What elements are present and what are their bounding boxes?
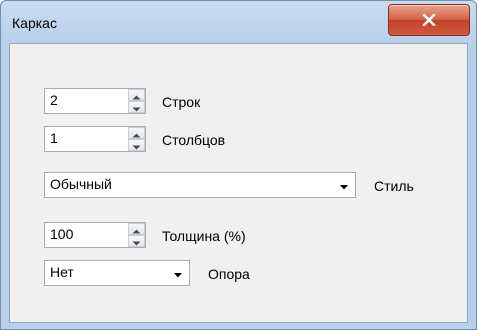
style-selected: Обычный: [50, 176, 112, 192]
chevron-down-icon: [174, 265, 182, 281]
style-dropdown-arrow[interactable]: [333, 173, 355, 197]
close-x-icon: [422, 14, 436, 26]
thickness-label: Толщина (%): [162, 228, 246, 244]
support-dropdown-arrow[interactable]: [167, 261, 189, 285]
support-dropdown[interactable]: Нет: [44, 260, 190, 286]
rows-label: Строк: [162, 94, 201, 110]
columns-value[interactable]: 1: [50, 130, 58, 146]
dialog-content: 2 Строк 1 Столбцов Обычный Стиль 100 Тол…: [9, 43, 468, 323]
close-button[interactable]: [388, 4, 470, 36]
style-label: Стиль: [374, 178, 414, 194]
style-dropdown[interactable]: Обычный: [44, 172, 356, 198]
thickness-value[interactable]: 100: [50, 226, 73, 242]
support-label: Опора: [208, 266, 250, 282]
thickness-spin-down[interactable]: [128, 235, 145, 247]
window-title: Каркас: [12, 15, 57, 31]
columns-label: Столбцов: [162, 132, 226, 148]
dialog-window: Каркас 2 Строк 1 Столбцов Обычный Стиль …: [0, 0, 477, 330]
columns-spin-down[interactable]: [128, 139, 145, 151]
rows-spinner[interactable]: 2: [44, 88, 146, 114]
support-selected: Нет: [50, 264, 74, 280]
columns-spinner[interactable]: 1: [44, 126, 146, 152]
thickness-spinner[interactable]: 100: [44, 222, 146, 248]
down-arrow-icon: [132, 137, 141, 153]
chevron-down-icon: [340, 177, 348, 193]
rows-value[interactable]: 2: [50, 92, 58, 108]
rows-spin-down[interactable]: [128, 101, 145, 113]
down-arrow-icon: [132, 233, 141, 249]
down-arrow-icon: [132, 99, 141, 115]
title-bar[interactable]: Каркас: [1, 1, 476, 43]
